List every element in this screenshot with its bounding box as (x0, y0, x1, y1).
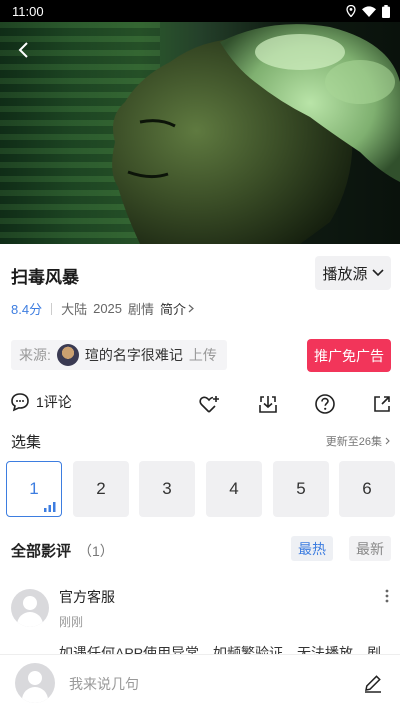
chevron-right-icon (188, 304, 194, 313)
intro-label: 简介 (160, 302, 187, 317)
intro-link[interactable]: 简介 (160, 299, 194, 318)
source-prefix: 来源: (19, 347, 51, 363)
chevron-down-icon (371, 269, 384, 277)
status-bar: 11:00 (0, 0, 400, 22)
download-icon (259, 396, 277, 413)
review-item: 官方客服 刚刚 如遇任何APP使用异常，如频繁验证，无法播放，剧 (0, 584, 400, 654)
comment-button[interactable]: 1评论 (10, 392, 72, 412)
episode-list: 1 2 3 4 5 6 (6, 461, 400, 517)
rating-score: 8.4分 (11, 302, 43, 317)
meta-region: 大陆 (61, 302, 88, 317)
episode-item[interactable]: 1 (6, 461, 62, 517)
video-frame-figure (112, 24, 400, 244)
uploader-name: 瑄的名字很难记 (84, 347, 183, 363)
sort-hot-button[interactable]: 最热 (291, 536, 333, 561)
meta-genre: 剧情 (128, 302, 155, 317)
back-arrow-icon[interactable] (14, 40, 34, 60)
episodes-header: 选集 更新至26集 (0, 428, 400, 452)
share-icon (374, 396, 390, 412)
episode-number: 3 (162, 479, 172, 498)
chevron-right-icon (385, 437, 390, 445)
episode-item[interactable]: 3 (139, 461, 195, 517)
comment-input-bar: 我来说几句 (0, 654, 400, 711)
avatar[interactable] (11, 589, 49, 627)
source-suffix: 上传 (188, 347, 217, 363)
avatar (15, 663, 55, 703)
status-icons (346, 4, 390, 18)
comment-icon (11, 393, 29, 412)
favorite-button[interactable] (197, 392, 221, 416)
heart-plus-icon (199, 396, 219, 413)
share-button[interactable] (370, 392, 394, 416)
episode-item[interactable]: 6 (339, 461, 395, 517)
comment-count: 1评论 (36, 394, 72, 410)
reviews-count: （1） (78, 543, 114, 559)
uploader-avatar (56, 344, 79, 366)
video-title: 扫毒风暴 (11, 268, 79, 287)
download-button[interactable] (256, 392, 280, 416)
episode-number: 4 (229, 479, 239, 498)
battery-icon (382, 4, 390, 18)
now-playing-icon (44, 502, 56, 512)
review-text: 如遇任何APP使用异常，如频繁验证，无法播放，剧 (59, 645, 382, 654)
sort-new-button[interactable]: 最新 (349, 536, 391, 561)
episode-item[interactable]: 5 (273, 461, 329, 517)
more-options-icon[interactable] (384, 588, 390, 604)
meta-divider (51, 302, 53, 315)
play-source-button[interactable]: 播放源 (315, 256, 391, 290)
episode-number: 5 (296, 479, 306, 498)
title-row: 扫毒风暴 播放源 (0, 254, 400, 292)
remove-ads-button[interactable]: 推广免广告 (307, 339, 391, 372)
episode-number: 2 (96, 479, 106, 498)
play-source-label: 播放源 (322, 265, 368, 283)
meta-year: 2025 (93, 301, 123, 316)
video-meta: 8.4分 大陆 2025 剧情 简介 (11, 299, 194, 318)
episode-number: 1 (29, 479, 39, 498)
location-icon (346, 5, 356, 17)
comment-input[interactable]: 我来说几句 (69, 674, 139, 694)
uploader-source[interactable]: 来源: 瑄的名字很难记 上传 (11, 340, 227, 370)
review-time: 刚刚 (59, 615, 84, 629)
review-author[interactable]: 官方客服 (59, 587, 115, 607)
video-player[interactable] (0, 22, 400, 244)
help-button[interactable] (313, 392, 337, 416)
episodes-update-label: 更新至26集 (325, 436, 382, 448)
action-bar: 1评论 (0, 388, 400, 420)
episode-number: 6 (362, 479, 372, 498)
edit-icon[interactable] (362, 672, 384, 694)
wifi-icon (362, 5, 376, 17)
reviews-title: 全部影评 (11, 543, 72, 560)
status-time: 11:00 (12, 3, 44, 19)
episodes-update-link[interactable]: 更新至26集 (326, 433, 390, 449)
reviews-header: 全部影评 （1） 最热 最新 (0, 536, 400, 562)
episodes-title: 选集 (11, 434, 42, 451)
help-icon (315, 394, 335, 414)
episode-item[interactable]: 4 (206, 461, 262, 517)
episode-item[interactable]: 2 (73, 461, 129, 517)
